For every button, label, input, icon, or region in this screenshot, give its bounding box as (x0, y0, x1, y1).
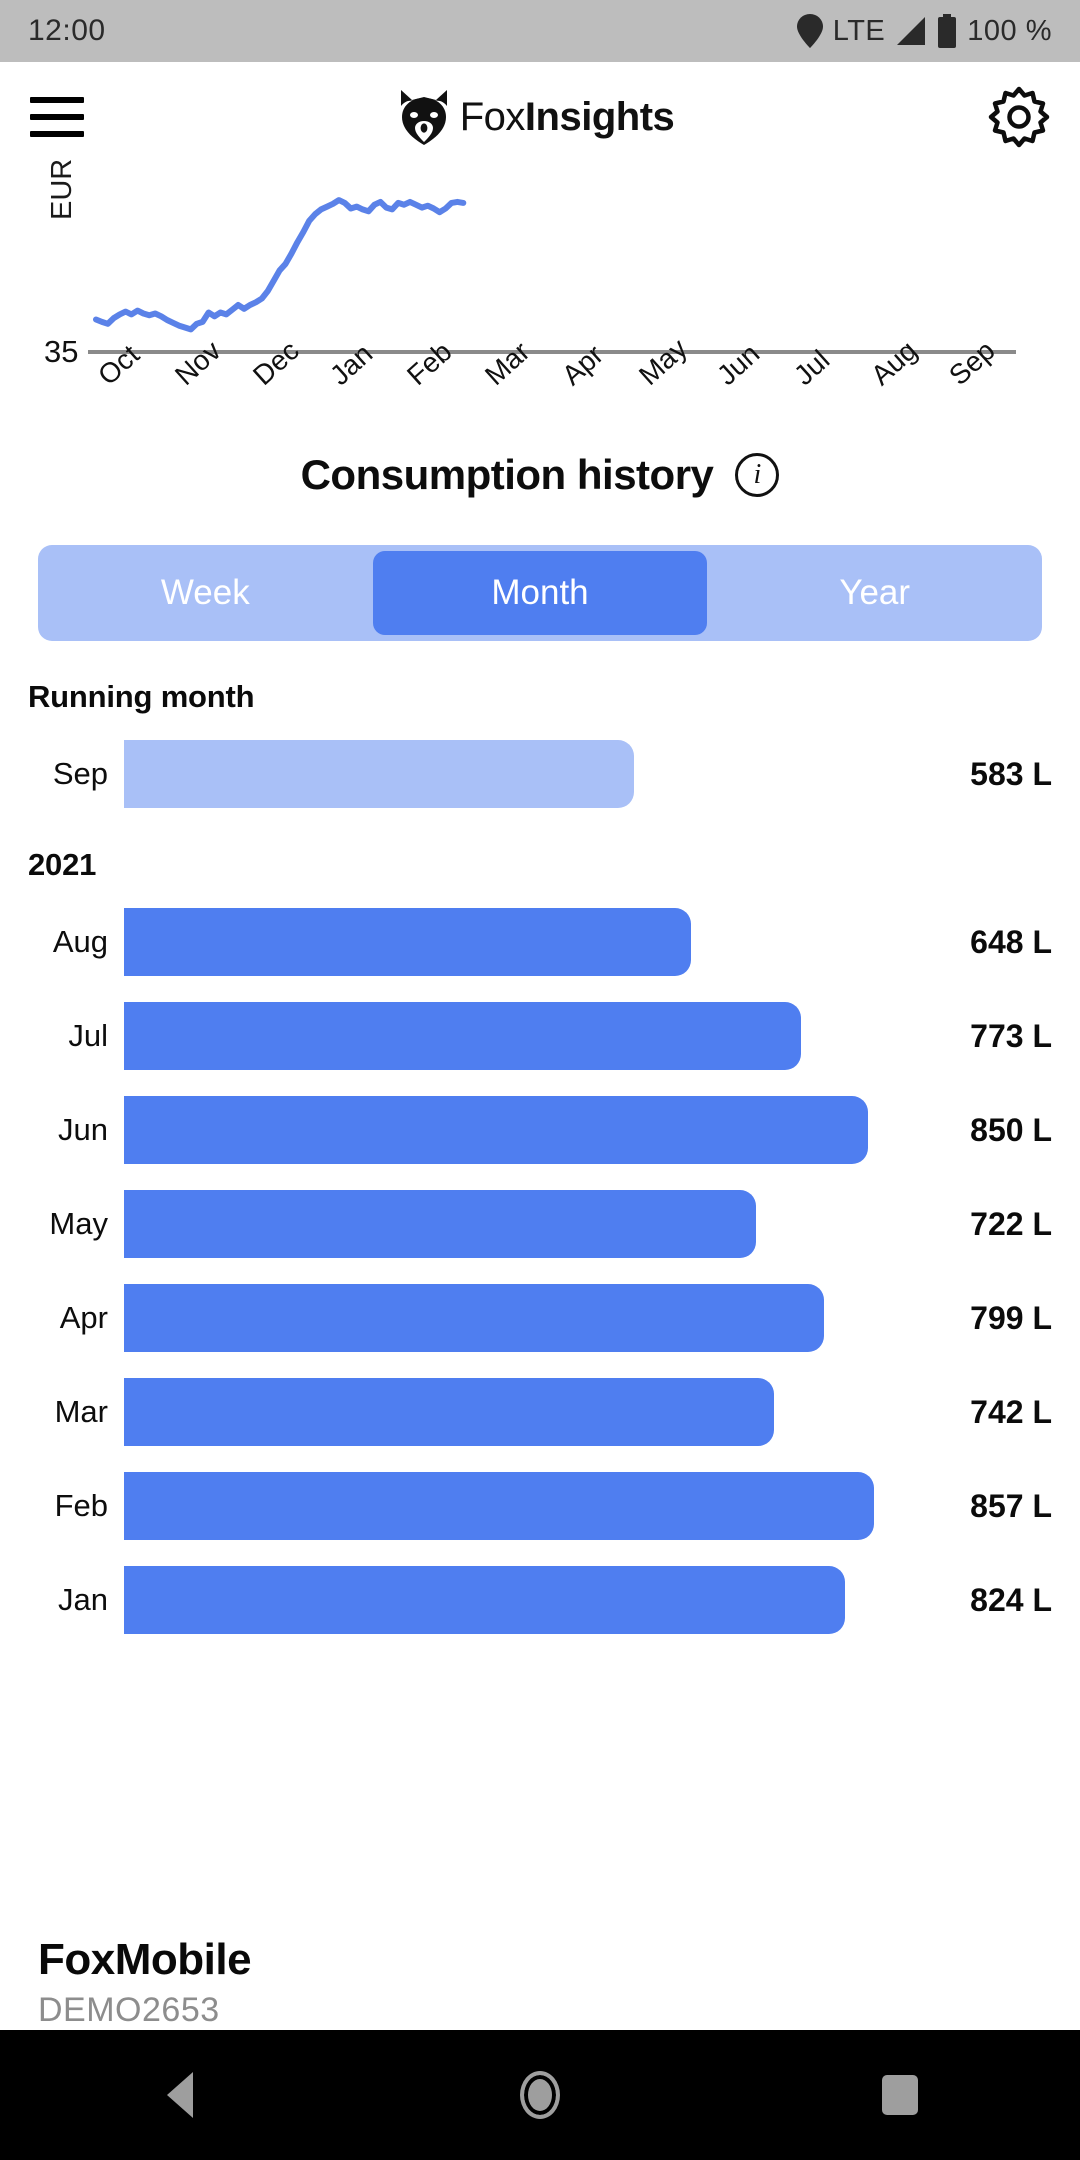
hamburger-menu-icon[interactable] (30, 97, 84, 137)
bar-month-label: Jan (58, 1582, 108, 1617)
network-type: LTE (832, 14, 886, 47)
bar-fill (124, 1096, 869, 1164)
android-nav-bar (0, 2030, 1080, 2160)
bar-value-label: 773 L (970, 1017, 1052, 1054)
bar-month-label: Feb (54, 1488, 108, 1523)
bar-fill (124, 1566, 846, 1634)
bar-row[interactable]: Mar 742 L (28, 1365, 1052, 1459)
bar-row[interactable]: Jun 850 L (28, 1083, 1052, 1177)
bar-month-label: Aug (52, 924, 108, 959)
bar-value-label: 824 L (970, 1581, 1052, 1618)
battery-icon (938, 14, 957, 48)
price-line-plot (88, 197, 1016, 354)
fox-head-logo (400, 90, 447, 145)
app-header: FoxInsights (0, 62, 1080, 172)
gear-icon[interactable] (988, 86, 1050, 148)
bar-month-label: Jun (58, 1112, 108, 1147)
device-footer: FoxMobile DEMO2653 (0, 1935, 1080, 2030)
bar-row[interactable]: Jul 773 L (28, 989, 1052, 1083)
bar-track (124, 895, 912, 989)
bar-month-label: May (49, 1206, 108, 1241)
bar-track (124, 1271, 912, 1365)
home-circle-icon (520, 2071, 560, 2119)
app-brand: FoxInsights (398, 88, 675, 146)
bar-fill (124, 1378, 774, 1446)
status-time: 12:00 (28, 14, 106, 47)
bar-row[interactable]: Jan 824 L (28, 1553, 1052, 1647)
bar-fill (124, 740, 635, 808)
bar-track (124, 727, 912, 821)
location-icon (796, 14, 823, 48)
bar-fill (124, 1284, 824, 1352)
home-button[interactable] (450, 2030, 630, 2160)
bar-row[interactable]: Feb 857 L (28, 1459, 1052, 1553)
bar-track (124, 1459, 912, 1553)
bar-value-label: 722 L (970, 1205, 1052, 1242)
chart-x-axis-labels: Oct Nov Dec Jan Feb Mar Apr May Jun Jul Aug Sep (0, 333, 1080, 424)
bar-group-label: 2021 (28, 847, 97, 882)
device-name: FoxMobile (38, 1935, 252, 1984)
bar-row[interactable]: May 722 L (28, 1177, 1052, 1271)
bar-value-label: 857 L (970, 1487, 1052, 1524)
price-line-chart: EUR 35 Oct Nov Dec Jan Feb Mar Apr May Jun Jul Aug… (0, 159, 1080, 427)
bar-track (124, 1177, 912, 1271)
bar-row[interactable]: Apr 799 L (28, 1271, 1052, 1365)
bar-value-label: 742 L (970, 1393, 1052, 1430)
consumption-header: Consumption history i (0, 427, 1080, 523)
consumption-bar-list: Running month Sep 583 L 2021 Aug 648 L Jul 773 … (0, 679, 1080, 1647)
bar-month-label: Apr (59, 1300, 108, 1335)
range-tab-week[interactable]: Week (38, 545, 373, 641)
range-segmented-control[interactable]: Week Month Year (38, 545, 1042, 641)
bar-track (124, 989, 912, 1083)
back-button[interactable] (90, 2030, 270, 2160)
range-tab-month[interactable]: Month (372, 551, 708, 635)
bar-fill (124, 1190, 757, 1258)
brand-suffix: Insights (524, 94, 675, 139)
bar-fill (124, 908, 692, 976)
bar-track (124, 1083, 912, 1177)
bar-track (124, 1553, 912, 1647)
range-tab-label: Month (491, 573, 589, 612)
bar-row[interactable]: Aug 648 L (28, 895, 1052, 989)
brand-name: FoxInsights (460, 95, 675, 140)
bar-value-label: 799 L (970, 1299, 1052, 1336)
range-tab-year[interactable]: Year (707, 545, 1042, 641)
bar-value-label: 583 L (970, 755, 1052, 792)
back-triangle-icon (167, 2072, 193, 2118)
brand-prefix: Fox (459, 94, 526, 139)
bar-value-label: 850 L (970, 1111, 1052, 1148)
bar-month-label: Sep (52, 756, 108, 791)
range-tab-label: Week (160, 573, 250, 612)
signal-icon (897, 17, 926, 45)
page-title: Consumption history (300, 451, 714, 498)
bar-fill (124, 1002, 801, 1070)
android-status-bar: 12:00 LTE 100 % (0, 0, 1080, 62)
bar-group-label: Running month (28, 679, 255, 714)
bar-fill (124, 1472, 875, 1540)
info-circle-icon[interactable]: i (735, 453, 780, 497)
recents-button[interactable] (810, 2030, 990, 2160)
bar-month-label: Jul (68, 1018, 108, 1053)
recents-square-icon (882, 2075, 918, 2115)
bar-row[interactable]: Sep 583 L (28, 727, 1052, 821)
bar-month-label: Mar (54, 1394, 108, 1429)
device-id: DEMO2653 (38, 1991, 220, 2029)
bar-value-label: 648 L (970, 923, 1052, 960)
status-indicators: LTE 100 % (796, 14, 1052, 48)
bar-track (124, 1365, 912, 1459)
battery-percent: 100 % (967, 14, 1052, 47)
range-tab-label: Year (839, 573, 911, 612)
